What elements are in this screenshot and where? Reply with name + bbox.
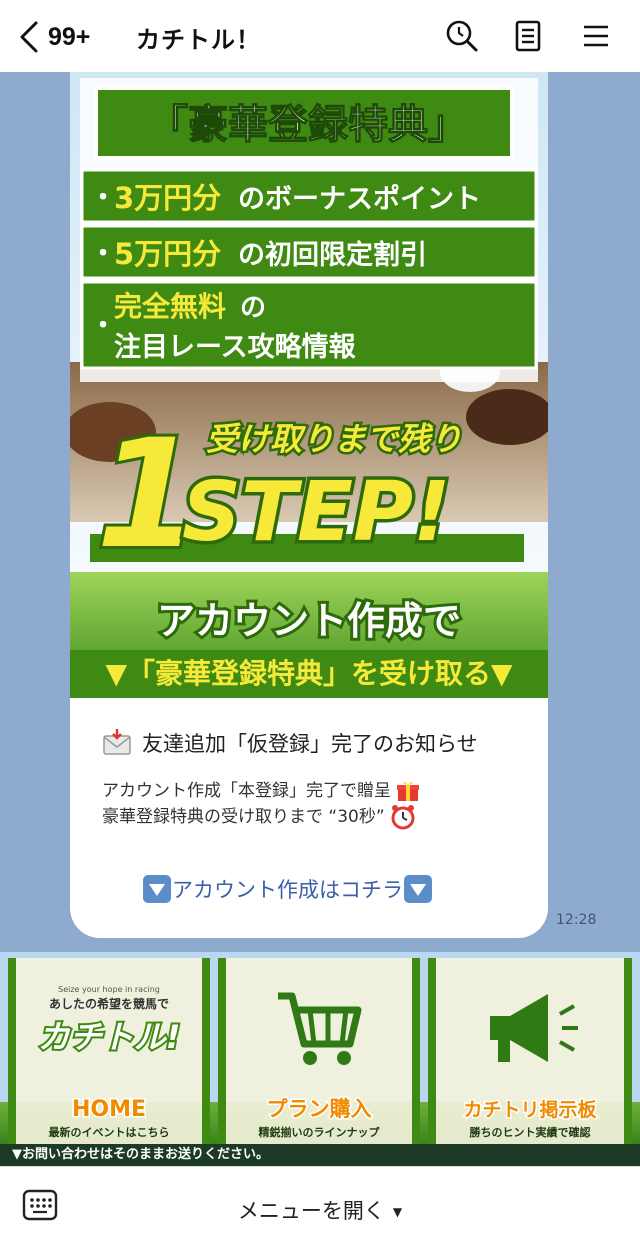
message-timestamp: 12:28: [556, 912, 597, 928]
chevron-left-icon: [20, 21, 38, 53]
home-sub: 最新のイベントはこちら: [49, 1125, 170, 1139]
message-text: 友達追加「仮登録」完了のお知らせ アカウント作成「本登録」完了で贈呈 豪華登録特…: [70, 698, 548, 938]
plan-label: プラン購入: [267, 1097, 372, 1121]
rich-menu-footer-note: ▼お問い合わせはそのままお送りください。: [0, 1144, 640, 1166]
logo-tagline: Seize your hope in racing: [58, 985, 160, 994]
receive-line: ▼「豪華登録特典」を受け取る▼: [105, 657, 513, 690]
down-arrow-button-icon: [142, 874, 172, 904]
board-sub: 勝ちのヒント実績で確認: [470, 1125, 591, 1139]
alarm-clock-icon: [390, 804, 416, 830]
rich-menu-plan-purchase[interactable]: プラン購入 精鋭揃いのラインナップ: [218, 958, 420, 1144]
search-icon[interactable]: [444, 18, 480, 54]
rich-menu-home[interactable]: Seize your hope in racing あしたの希望を競馬で カチト…: [8, 958, 210, 1144]
step-word: STEP!: [182, 465, 451, 560]
unread-count: 99+: [48, 22, 91, 51]
benefit2-rest: の初回限定割引: [238, 239, 427, 271]
bottom-bar: メニューを開く ▼: [0, 1166, 640, 1246]
chat-title: カチトル！: [136, 26, 261, 54]
create-account-link[interactable]: アカウント作成はコチラ: [142, 874, 433, 904]
benefit2-highlight: 5万円分: [114, 237, 221, 271]
remain-text: 受け取りまで残り: [206, 420, 462, 458]
gift-icon: [396, 779, 420, 803]
down-arrow-button-icon: [403, 874, 433, 904]
benefit3-rest1: の: [240, 293, 266, 323]
svg-text:・: ・: [90, 311, 116, 341]
benefit1-rest: のボーナスポイント: [238, 184, 481, 215]
chat-header: 99+ カチトル！: [0, 0, 640, 72]
account-line: アカウント作成で: [157, 599, 461, 643]
message-bubble: 「豪華登録特典」 ・ 3万円分 のボーナスポイント ・ 5万円分 の初回限定割引…: [70, 72, 548, 938]
rich-menu-board[interactable]: カチトリ掲示板 勝ちのヒント実績で確認: [428, 958, 632, 1144]
benefit3-highlight: 完全無料: [114, 290, 226, 323]
message-title: 友達追加「仮登録」完了のお知らせ: [142, 732, 478, 756]
banner-heading: 「豪華登録特典」: [148, 102, 468, 148]
benefit3-rest2: 注目レース攻略情報: [114, 331, 357, 363]
logo-sub: あしたの希望を競馬で: [49, 996, 169, 1011]
message-line-2: 豪華登録特典の受け取りまで “30秒”: [102, 802, 416, 830]
plan-sub: 精鋭揃いのラインナップ: [259, 1125, 381, 1139]
message-title-row: 友達追加「仮登録」完了のお知らせ: [102, 728, 478, 758]
promo-banner[interactable]: 「豪華登録特典」 ・ 3万円分 のボーナスポイント ・ 5万円分 の初回限定割引…: [70, 72, 548, 698]
message-line-1: アカウント作成「本登録」完了で贈呈: [102, 776, 420, 803]
back-button[interactable]: 99+: [18, 18, 128, 56]
logo-main: カチトル!: [38, 1018, 181, 1056]
message-line-1-text: アカウント作成「本登録」完了で贈呈: [102, 781, 391, 801]
notes-icon[interactable]: [510, 18, 546, 54]
chat-area: 「豪華登録特典」 ・ 3万円分 のボーナスポイント ・ 5万円分 の初回限定割引…: [0, 72, 640, 952]
hamburger-menu-icon[interactable]: [578, 18, 614, 54]
message-line-2-text: 豪華登録特典の受け取りまで “30秒”: [102, 807, 385, 827]
benefit1-highlight: 3万円分: [114, 181, 221, 215]
rich-menu: Seize your hope in racing あしたの希望を競馬で カチト…: [0, 952, 640, 1166]
caret-down-icon: ▼: [392, 1205, 403, 1219]
envelope-icon: [102, 728, 132, 758]
create-account-link-label: アカウント作成はコチラ: [172, 878, 403, 902]
board-label: カチトリ掲示板: [463, 1098, 597, 1121]
home-label: HOME: [72, 1097, 146, 1122]
open-menu-button[interactable]: メニューを開く ▼: [0, 1195, 640, 1225]
open-menu-label: メニューを開く: [237, 1199, 385, 1223]
svg-text:・: ・: [90, 239, 116, 269]
svg-text:・: ・: [90, 183, 116, 213]
